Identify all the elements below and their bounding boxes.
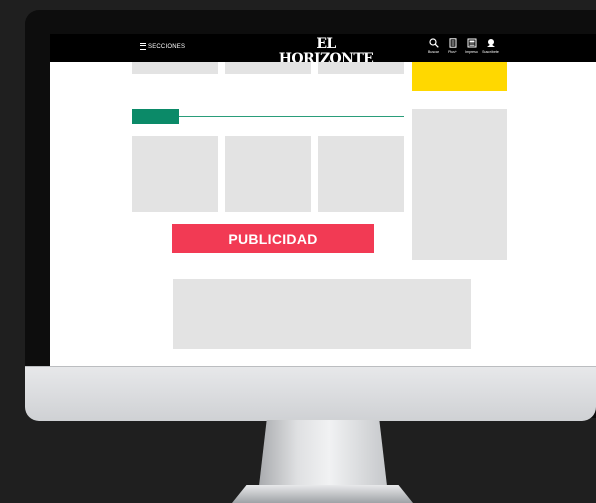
ad-label: PUBLICIDAD <box>228 230 318 247</box>
hamburger-icon <box>140 43 146 50</box>
article-thumb[interactable] <box>225 62 311 74</box>
subscribe-button[interactable]: Suscríbete <box>482 38 499 54</box>
browser-viewport: SECCIONES EL HORIZONTE LA VERDAD COMO ES… <box>50 34 596 366</box>
monitor-stand-neck <box>259 420 387 486</box>
sidebar-ad-slot[interactable] <box>412 109 507 260</box>
plus-label: Plus+ <box>448 50 457 54</box>
plus-button[interactable]: Plus+ <box>445 38 460 54</box>
wide-ad-slot[interactable] <box>173 279 471 349</box>
section-tag[interactable] <box>132 109 179 124</box>
subscribe-icon <box>486 39 495 47</box>
ad-banner-publicidad[interactable]: PUBLICIDAD <box>172 224 374 253</box>
monitor-chin <box>25 366 596 421</box>
article-thumb[interactable] <box>132 136 218 212</box>
ad-banner-yellow[interactable] <box>412 62 507 91</box>
article-thumb[interactable] <box>225 136 311 212</box>
section-divider <box>179 116 404 117</box>
sections-label: SECCIONES <box>148 43 186 50</box>
newspaper-icon <box>467 38 476 48</box>
sections-menu-button[interactable]: SECCIONES <box>140 43 185 50</box>
monitor-stand-base <box>232 485 413 503</box>
plus-icon <box>449 38 456 48</box>
print-edition-button[interactable]: Impreso <box>464 38 479 54</box>
site-header: SECCIONES EL HORIZONTE LA VERDAD COMO ES… <box>50 34 596 72</box>
search-label: Buscar <box>428 50 439 54</box>
article-thumb[interactable] <box>318 136 404 212</box>
search-button[interactable]: Buscar <box>426 38 441 54</box>
article-thumb[interactable] <box>132 62 218 74</box>
header-actions: Buscar Plus+ Impreso Suscríbete <box>426 38 499 54</box>
search-icon <box>428 38 439 48</box>
print-edition-label: Impreso <box>465 50 478 54</box>
subscribe-label: Suscríbete <box>482 50 499 54</box>
article-thumb[interactable] <box>318 62 404 74</box>
